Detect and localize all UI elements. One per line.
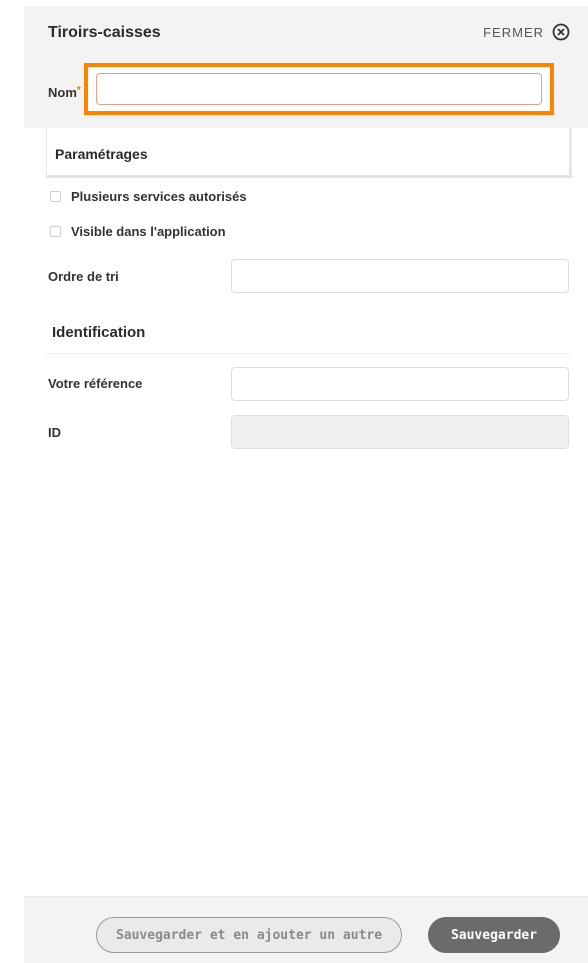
tiroirs-caisses-panel: Tiroirs-caisses FERMER Nom* Paramétrages… <box>24 0 588 963</box>
checkbox-label: Plusieurs services autorisés <box>71 189 247 204</box>
close-button[interactable]: FERMER <box>483 23 570 41</box>
save-and-add-button[interactable]: Sauvegarder et en ajouter un autre <box>96 917 402 953</box>
page-title: Tiroirs-caisses <box>48 24 161 41</box>
reference-label: Votre référence <box>48 376 143 391</box>
sort-order-label: Ordre de tri <box>48 269 119 284</box>
checkbox-icon[interactable] <box>50 191 61 202</box>
section-divider <box>46 353 570 354</box>
sort-order-input[interactable] <box>231 259 569 293</box>
settings-title: Paramétrages <box>55 146 148 162</box>
identification-title: Identification <box>52 324 146 341</box>
save-button[interactable]: Sauvegarder <box>428 917 560 953</box>
name-field-label: Nom* <box>48 85 81 100</box>
close-icon <box>552 23 570 41</box>
close-label: FERMER <box>483 24 544 40</box>
name-input[interactable] <box>96 73 542 105</box>
checkbox-label: Visible dans l'application <box>71 224 226 239</box>
name-field-highlight <box>84 63 554 115</box>
required-mark: * <box>76 85 81 96</box>
checkbox-visible-in-app[interactable]: Visible dans l'application <box>50 224 226 239</box>
settings-section-header: Paramétrages <box>46 128 572 178</box>
checkbox-multiple-services[interactable]: Plusieurs services autorisés <box>50 189 247 204</box>
id-label: ID <box>48 425 61 440</box>
name-label-text: Nom <box>48 85 77 100</box>
id-field <box>231 415 569 449</box>
panel-footer: Sauvegarder et en ajouter un autre Sauve… <box>24 896 588 963</box>
checkbox-icon[interactable] <box>50 226 61 237</box>
reference-input[interactable] <box>231 367 569 401</box>
panel-header: Tiroirs-caisses FERMER Nom* <box>24 6 588 128</box>
